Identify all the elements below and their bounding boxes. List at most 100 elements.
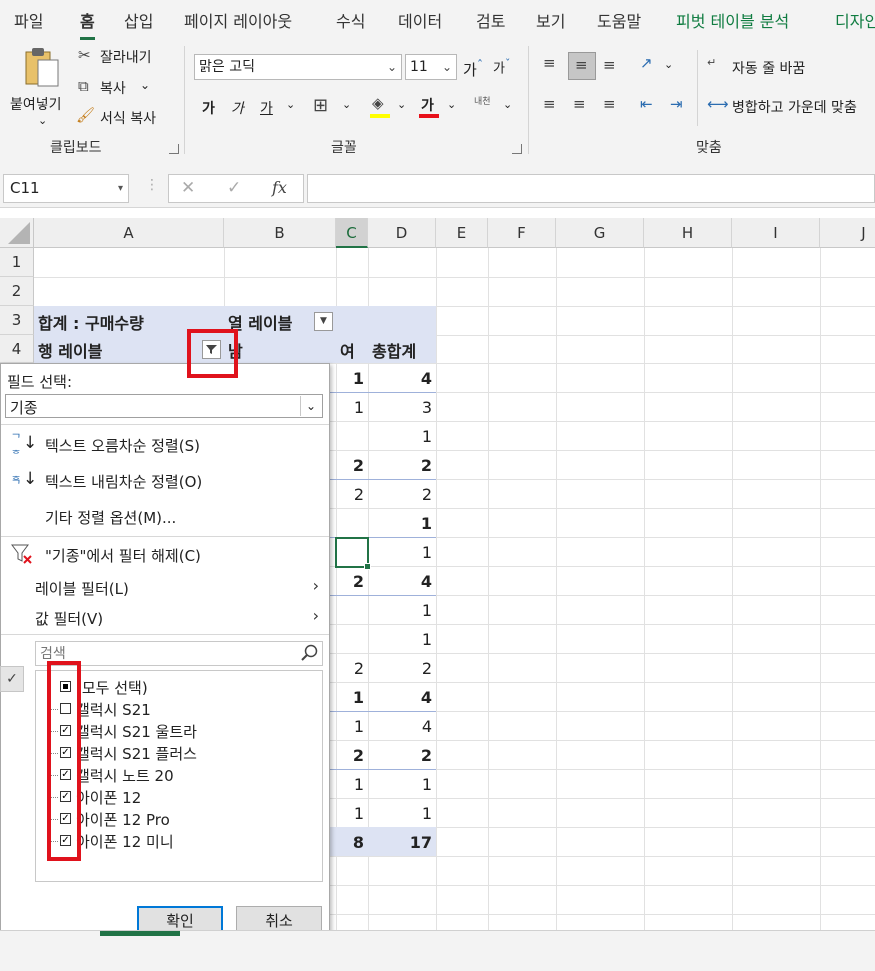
search-box[interactable] — [35, 641, 323, 666]
phonetic-guide-button[interactable]: 내천 — [474, 94, 491, 107]
tab-data[interactable]: 데이터 — [398, 8, 442, 32]
field-select[interactable]: 기종 ⌄ — [5, 394, 323, 418]
decrease-indent-icon[interactable]: ⇤ — [640, 95, 653, 113]
select-all-corner[interactable] — [0, 218, 34, 248]
drag-handle-icon[interactable]: ⋮ — [145, 177, 159, 193]
column-header-j[interactable]: J — [820, 218, 875, 248]
filter-item[interactable]: ✓ 아이폰 12 — [48, 787, 141, 808]
align-left-icon[interactable]: ≡ — [543, 95, 556, 113]
increase-indent-icon[interactable]: ⇥ — [670, 95, 683, 113]
tab-pivot-analyze[interactable]: 피벗 테이블 분석 — [676, 8, 789, 32]
tab-insert[interactable]: 삽입 — [124, 8, 153, 32]
copy-dropdown-icon[interactable]: ⌄ — [140, 78, 150, 92]
font-launcher-icon[interactable] — [512, 144, 522, 154]
merge-center-button[interactable]: 병합하고 가운데 맞춤 — [732, 97, 857, 117]
tab-home[interactable]: 홈 — [80, 8, 95, 40]
filter-item[interactable]: ✓ 갤럭시 노트 20 — [48, 765, 174, 786]
tab-formulas[interactable]: 수식 — [336, 8, 365, 32]
clipboard-launcher-icon[interactable] — [169, 144, 179, 154]
search-input[interactable] — [36, 642, 302, 665]
name-box[interactable]: C11 ▾ — [3, 174, 129, 203]
font-color-button[interactable]: 가 — [421, 95, 434, 115]
cancel-icon[interactable]: ✕ — [181, 178, 195, 198]
fill-color-icon[interactable]: ◈ — [372, 94, 384, 112]
chevron-down-icon[interactable]: ⌄ — [286, 98, 295, 111]
shrink-font-button[interactable]: 가ˇ — [493, 57, 510, 76]
align-top-icon[interactable]: ≡ — [543, 54, 556, 72]
bold-button[interactable]: 가 — [202, 98, 215, 118]
active-cell-c11[interactable] — [335, 537, 371, 570]
more-sort-options-item[interactable]: 기타 정렬 옵션(M)... — [1, 500, 329, 534]
cut-button[interactable]: 잘라내기 — [100, 47, 152, 67]
tab-design[interactable]: 디자인 — [835, 8, 875, 32]
paste-button[interactable]: 붙여넣기 ⌄ — [6, 46, 70, 128]
tab-page-layout[interactable]: 페이지 레이아웃 — [184, 8, 292, 32]
column-header-c[interactable]: C — [336, 218, 368, 248]
sort-ascending-item[interactable]: ᄀᇂ ↓ 텍스트 오름차순 정렬(S) — [1, 428, 329, 462]
chevron-down-icon[interactable]: ⌄ — [447, 98, 456, 111]
column-header-b[interactable]: B — [224, 218, 336, 248]
wrap-text-icon: ↵ — [707, 56, 717, 69]
align-middle-button[interactable]: ≡ — [568, 52, 596, 80]
chevron-down-icon[interactable]: ⌄ — [342, 98, 351, 111]
column-header-f[interactable]: F — [488, 218, 556, 248]
tab-file[interactable]: 파일 — [14, 8, 43, 32]
checkbox[interactable]: ✓ — [60, 791, 71, 802]
copy-button[interactable]: 복사 — [100, 78, 126, 98]
column-label-filter-button[interactable]: ▼ — [314, 312, 333, 331]
align-right-icon[interactable]: ≡ — [603, 95, 616, 113]
checkbox[interactable]: ✓ — [60, 835, 71, 846]
tab-help[interactable]: 도움말 — [597, 8, 641, 32]
tab-review[interactable]: 검토 — [476, 8, 505, 32]
font-size-combo[interactable]: 11 ⌄ — [405, 54, 457, 80]
tab-view[interactable]: 보기 — [536, 8, 565, 32]
column-header-i[interactable]: I — [732, 218, 820, 248]
filter-item[interactable]: ✓ 갤럭시 S21 울트라 — [48, 721, 197, 742]
filter-item[interactable]: ✓ 아이폰 12 미니 — [48, 831, 174, 852]
row-header-2[interactable]: 2 — [0, 277, 34, 306]
fill-handle[interactable] — [364, 563, 371, 570]
align-center-icon[interactable]: ≡ — [573, 95, 586, 113]
filter-item[interactable]: ✓ 아이폰 12 Pro — [48, 809, 170, 830]
row-header-3[interactable]: 3 — [0, 306, 34, 335]
sort-descending-item[interactable]: ᇂᄀ ↓ 텍스트 내림차순 정렬(O) — [1, 464, 329, 498]
format-painter-button[interactable]: 서식 복사 — [100, 108, 156, 128]
column-header-a[interactable]: A — [34, 218, 224, 248]
column-header-d[interactable]: D — [368, 218, 436, 248]
copy-icon: ⧉ — [78, 77, 89, 95]
checkbox[interactable] — [60, 681, 71, 692]
filter-item[interactable]: ✓ 갤럭시 S21 플러스 — [48, 743, 197, 764]
column-header-h[interactable]: H — [644, 218, 732, 248]
filter-item-label: 갤럭시 S21 플러스 — [76, 745, 197, 763]
column-header-g[interactable]: G — [556, 218, 644, 248]
italic-button[interactable]: 가 — [231, 98, 244, 118]
underline-button[interactable]: 가 — [260, 98, 273, 118]
wrap-text-button[interactable]: 자동 줄 바꿈 — [732, 58, 805, 78]
row-header-1[interactable]: 1 — [0, 248, 34, 277]
grow-font-button[interactable]: 가ˆ — [463, 57, 483, 80]
font-name-combo[interactable]: 맑은 고딕 ⌄ — [194, 54, 402, 80]
column-header-e[interactable]: E — [436, 218, 488, 248]
filter-item[interactable]: 갤럭시 S21 — [48, 699, 151, 720]
orientation-icon[interactable]: ↗ — [640, 54, 653, 72]
checkbox[interactable]: ✓ — [60, 725, 71, 736]
row-label-filter-button[interactable] — [202, 340, 221, 359]
insert-function-button[interactable]: fx — [272, 178, 287, 197]
checkbox[interactable]: ✓ — [60, 747, 71, 758]
enter-icon[interactable]: ✓ — [227, 178, 241, 198]
formula-input[interactable] — [307, 174, 875, 203]
chevron-down-icon[interactable]: ⌄ — [503, 98, 512, 111]
label-filter-item[interactable]: 레이블 필터(L) › — [1, 573, 329, 601]
value-filter-item[interactable]: 값 필터(V) › — [1, 603, 329, 631]
divider — [1, 536, 329, 537]
checkbox[interactable] — [60, 703, 71, 714]
checkbox[interactable]: ✓ — [60, 769, 71, 780]
align-bottom-icon[interactable]: ≡ — [603, 56, 616, 74]
clear-filter-item[interactable]: "기종"에서 필터 해제(C) — [1, 539, 329, 571]
checkbox[interactable]: ✓ — [60, 813, 71, 824]
filter-item[interactable]: (모두 선택) — [60, 677, 148, 698]
border-icon[interactable]: ⊞ — [313, 95, 328, 116]
chevron-down-icon[interactable]: ⌄ — [397, 98, 406, 111]
row-header-4[interactable]: 4 — [0, 335, 34, 363]
chevron-down-icon[interactable]: ⌄ — [664, 58, 673, 71]
